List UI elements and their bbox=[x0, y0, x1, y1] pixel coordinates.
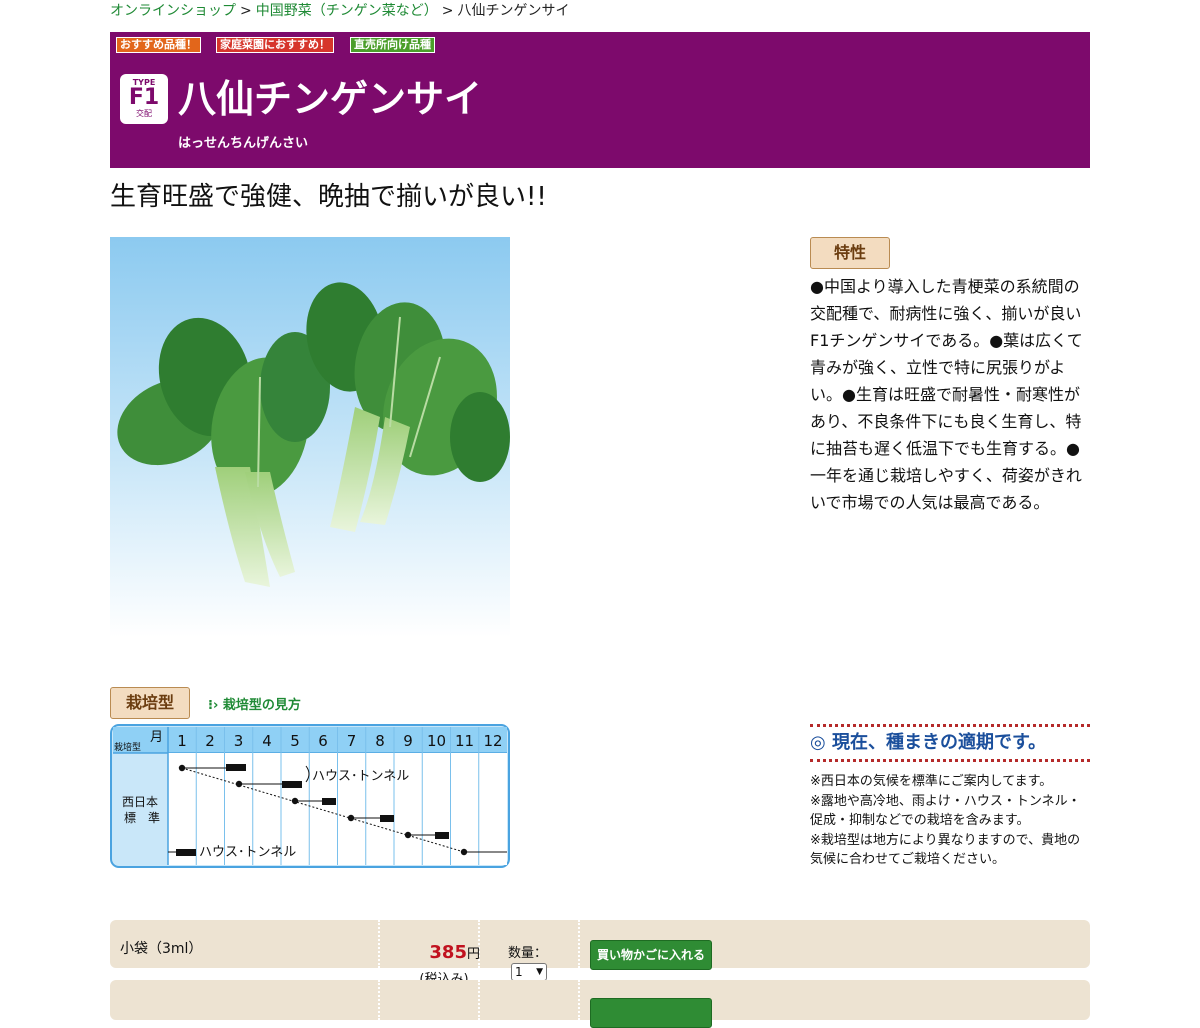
month-tick: 8 bbox=[375, 732, 385, 750]
column-divider bbox=[478, 980, 480, 1020]
region-label: 標 準 bbox=[124, 810, 160, 825]
breadcrumb-home-link[interactable]: オンラインショップ bbox=[110, 3, 236, 19]
sowing-note: ※露地や高冷地、雨よけ・ハウス・トンネル・促成・抑制などでの栽培を含みます。 bbox=[810, 793, 1081, 829]
order-row: 小袋（3ml） 385円 (税込み) 数量： 1 ▼ 買い物かごに入れる bbox=[110, 920, 1090, 987]
month-tick: 6 bbox=[318, 732, 328, 750]
house-tunnel-note: ハウス･トンネル bbox=[199, 845, 296, 860]
month-tick: 11 bbox=[455, 732, 474, 750]
sowing-notice: ◎ 現在、種まきの適期です。 ※西日本の気候を標準にご案内してます。 ※露地や高… bbox=[810, 724, 1090, 870]
month-tick: 10 bbox=[427, 732, 446, 750]
bok-choy-image bbox=[117, 282, 510, 587]
month-tick: 9 bbox=[403, 732, 413, 750]
breadcrumb-current: 八仙チンゲンサイ bbox=[457, 3, 570, 19]
features-tag: 特性 bbox=[810, 237, 890, 269]
item-name: 小袋（3ml） bbox=[120, 941, 203, 957]
cultivation-tag: 栽培型 bbox=[110, 687, 190, 719]
price-value: 385 bbox=[429, 942, 467, 963]
month-tick: 1 bbox=[177, 732, 187, 750]
f1-type-icon: TYPE F1 交配 bbox=[120, 74, 168, 124]
type-label: 栽培型 bbox=[114, 741, 141, 753]
type-main: F1 bbox=[128, 85, 160, 110]
column-divider bbox=[578, 980, 580, 1020]
breadcrumb-separator: > bbox=[441, 3, 454, 19]
house-tunnel-note: ハウス･トンネル bbox=[312, 769, 409, 784]
product-kana: はっせんちんげんさい bbox=[178, 136, 309, 151]
product-title: 八仙チンゲンサイ bbox=[178, 77, 483, 121]
features-description: ●中国より導入した青梗菜の系統間の交配種で、耐病性に強く、揃いが良いF1チンゲン… bbox=[810, 277, 1083, 512]
add-to-cart-button[interactable]: 買い物かごに入れる bbox=[590, 940, 712, 970]
chevron-right-icon: ⁝› bbox=[208, 698, 219, 713]
cultivation-calendar: 月 栽培型 1 2 3 4 5 6 7 8 9 10 11 12 西日本 標 準 bbox=[110, 724, 510, 868]
column-divider bbox=[378, 920, 380, 968]
item-price: 385円 bbox=[416, 942, 480, 963]
quantity-label: 数量： bbox=[508, 946, 548, 961]
sowing-notes: ※西日本の気候を標準にご案内してます。 ※露地や高冷地、雨よけ・ハウス・トンネル… bbox=[810, 772, 1090, 870]
month-tick: 5 bbox=[290, 732, 300, 750]
badge-home-garden: 家庭菜園におすすめ！ bbox=[216, 37, 334, 53]
badge-recommended: おすすめ品種！ bbox=[116, 37, 201, 53]
breadcrumb-category-link[interactable]: 中国野菜（チンゲン菜など） bbox=[256, 3, 438, 19]
column-divider bbox=[378, 980, 380, 1020]
month-tick: 3 bbox=[234, 732, 244, 750]
breadcrumb: オンラインショップ > 中国野菜（チンゲン菜など） > 八仙チンゲンサイ bbox=[110, 2, 569, 20]
quantity-select[interactable]: 1 ▼ bbox=[511, 963, 547, 981]
type-bottom: 交配 bbox=[136, 109, 152, 118]
breadcrumb-separator: > bbox=[240, 3, 252, 19]
cultivation-guide-label: 栽培型の見方 bbox=[222, 698, 301, 713]
sowing-note: ※栽培型は地方により異なりますので、貴地の気候に合わせてご栽培ください。 bbox=[810, 832, 1081, 868]
region-label: 西日本 bbox=[122, 795, 158, 809]
product-hero-banner: おすすめ品種！ 家庭菜園におすすめ！ 直売所向け品種 TYPE F1 交配 八仙… bbox=[110, 32, 1090, 168]
month-tick: 4 bbox=[262, 732, 272, 750]
month-tick: 12 bbox=[483, 732, 502, 750]
quantity-value: 1 bbox=[515, 965, 523, 979]
product-catchcopy: 生育旺盛で強健、晩抽で揃いが良い!! bbox=[110, 182, 547, 212]
month-tick: 7 bbox=[347, 732, 357, 750]
add-to-cart-button[interactable] bbox=[590, 998, 712, 1028]
product-photo bbox=[110, 237, 510, 637]
column-divider bbox=[578, 920, 580, 968]
month-tick: 2 bbox=[205, 732, 215, 750]
badge-direct-sales: 直売所向け品種 bbox=[350, 37, 435, 53]
sowing-title: ◎ 現在、種まきの適期です。 bbox=[810, 724, 1090, 762]
month-label: 月 bbox=[150, 730, 163, 745]
price-currency: 円 bbox=[466, 947, 480, 962]
chevron-down-icon: ▼ bbox=[536, 967, 543, 977]
cultivation-guide-link[interactable]: ⁝› 栽培型の見方 bbox=[208, 694, 301, 713]
sowing-note: ※西日本の気候を標準にご案内してます。 bbox=[810, 774, 1053, 789]
order-row-next bbox=[110, 980, 1090, 1028]
